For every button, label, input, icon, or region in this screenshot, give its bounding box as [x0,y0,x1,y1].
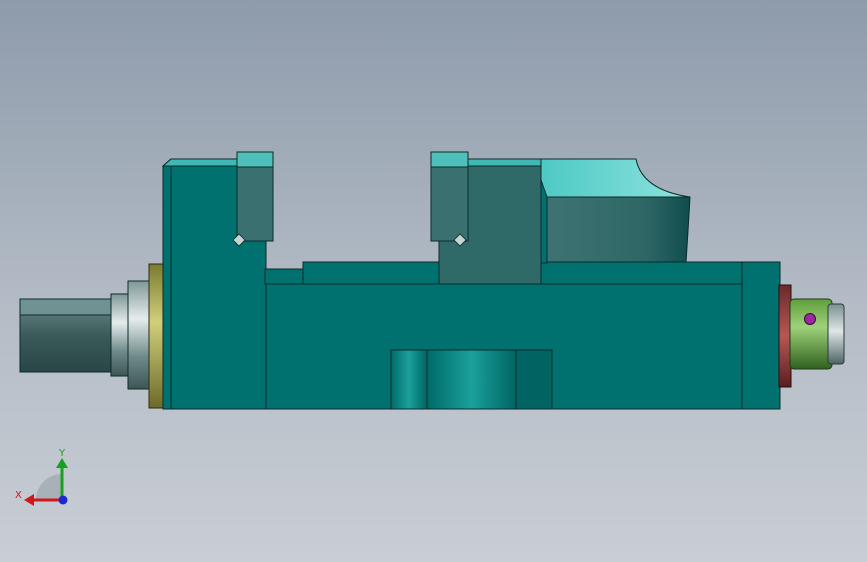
moving-jaw-plate[interactable] [430,151,469,247]
x-axis-label: X [15,490,22,501]
fixed-jaw-plate[interactable] [232,151,274,247]
y-axis-label: Y [58,448,66,459]
right-spindle[interactable] [778,284,845,388]
bottom-rib[interactable] [390,349,553,410]
axis-triad: Y X [15,448,68,506]
graphics-viewport[interactable]: Y X [0,0,867,562]
left-shaft[interactable] [19,263,164,409]
vise-model[interactable]: Y X [0,0,867,562]
vise-body[interactable] [161,151,781,410]
pin-dot [804,313,816,325]
